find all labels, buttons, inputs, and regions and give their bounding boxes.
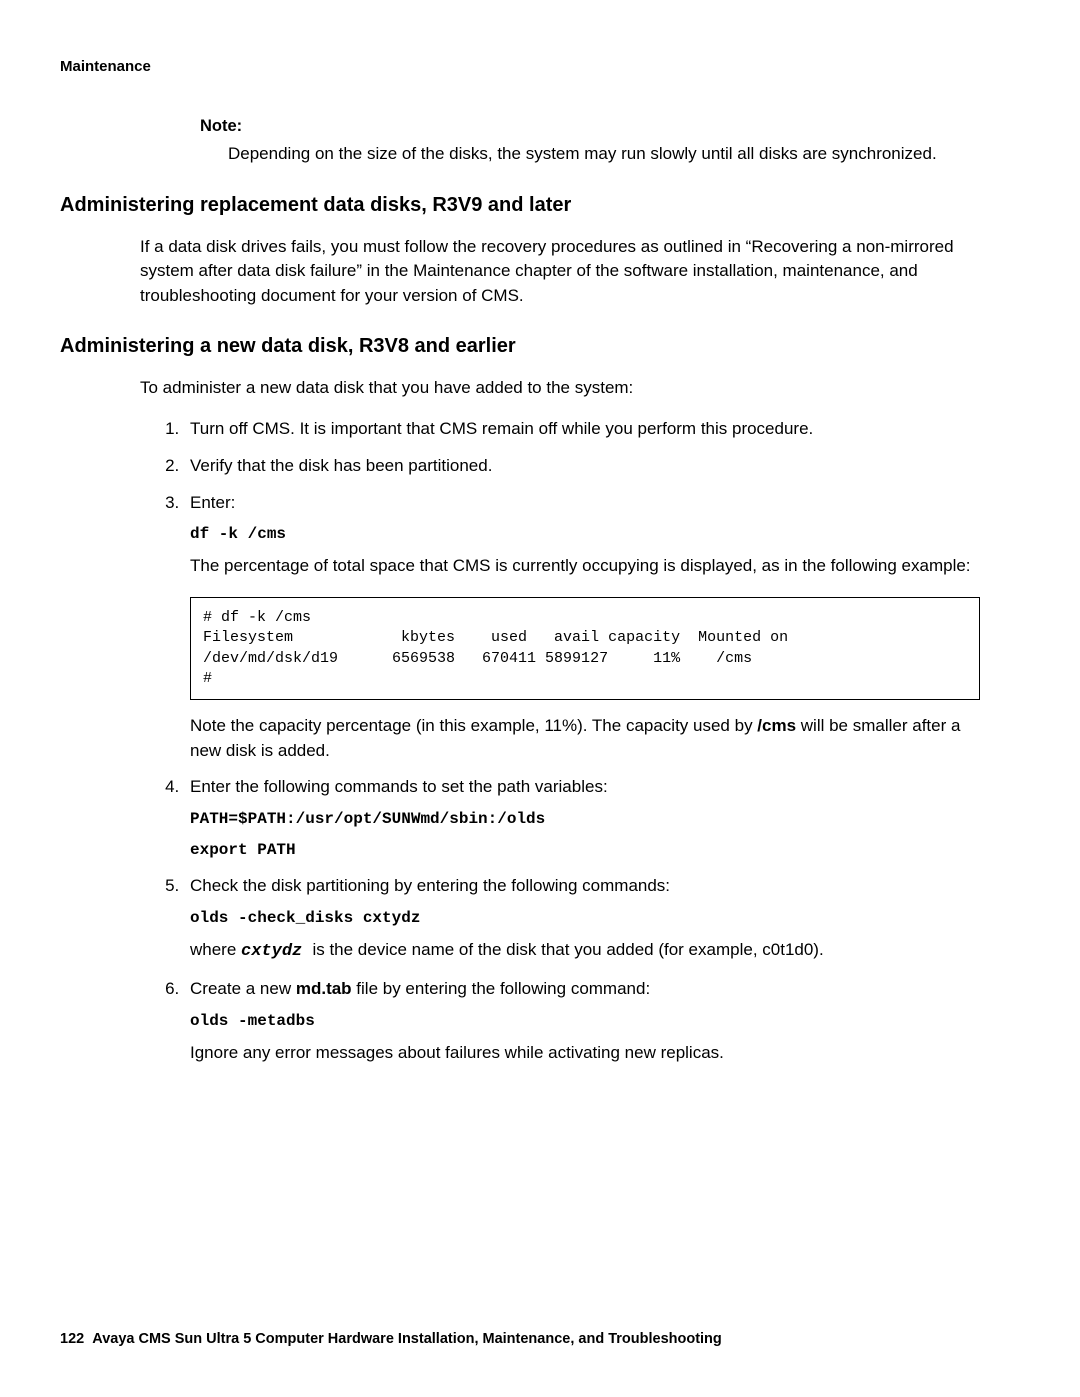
- step-6: Create a new md.tab file by entering the…: [184, 977, 980, 1065]
- step-5-where-dev: cxtydz: [241, 942, 312, 961]
- step-1: Turn off CMS. It is important that CMS r…: [184, 417, 980, 442]
- step-6-lead-b: file by entering the following command:: [352, 979, 651, 998]
- step-5-where-b: is the device name of the disk that you …: [312, 940, 823, 959]
- note-body: Depending on the size of the disks, the …: [228, 142, 980, 166]
- section2-intro: To administer a new data disk that you h…: [140, 376, 980, 401]
- page-number: 122: [60, 1331, 84, 1347]
- page: Maintenance Note: Depending on the size …: [0, 0, 1080, 1397]
- step-5: Check the disk partitioning by entering …: [184, 874, 980, 964]
- step-6-lead-file: md.tab: [296, 979, 352, 998]
- step-4-cmd1: PATH=$PATH:/usr/opt/SUNWmd/sbin:/olds: [190, 808, 980, 831]
- section1-body: If a data disk drives fails, you must fo…: [140, 235, 980, 309]
- step-5-where-a: where: [190, 940, 241, 959]
- step-5-where: where cxtydz is the device name of the d…: [190, 938, 980, 965]
- step-3-note: Note the capacity percentage (in this ex…: [190, 714, 980, 763]
- step-3: Enter: df -k /cms The percentage of tota…: [184, 491, 980, 764]
- note-label: Note:: [200, 117, 1020, 136]
- section1-title: Administering replacement data disks, R3…: [60, 194, 1020, 217]
- step-6-lead-a: Create a new: [190, 979, 296, 998]
- section2-title: Administering a new data disk, R3V8 and …: [60, 335, 1020, 358]
- step-3-cmd: df -k /cms: [190, 523, 980, 546]
- step-5-cmd: olds -check_disks cxtydz: [190, 907, 980, 930]
- step-3-codebox: # df -k /cms Filesystem kbytes used avai…: [190, 597, 980, 700]
- footer-title: Avaya CMS Sun Ultra 5 Computer Hardware …: [92, 1331, 722, 1347]
- step-3-note-cms: /cms: [757, 716, 796, 735]
- step-3-after: The percentage of total space that CMS i…: [190, 554, 980, 579]
- step-4: Enter the following commands to set the …: [184, 775, 980, 862]
- running-header: Maintenance: [60, 58, 1020, 75]
- footer: 122 Avaya CMS Sun Ultra 5 Computer Hardw…: [60, 1331, 722, 1347]
- step-3-lead: Enter:: [190, 493, 235, 512]
- step-5-lead: Check the disk partitioning by entering …: [190, 876, 670, 895]
- step-2-text: Verify that the disk has been partitione…: [190, 456, 492, 475]
- step-1-text: Turn off CMS. It is important that CMS r…: [190, 419, 813, 438]
- step-3-note-a: Note the capacity percentage (in this ex…: [190, 716, 757, 735]
- step-2: Verify that the disk has been partitione…: [184, 454, 980, 479]
- step-6-after: Ignore any error messages about failures…: [190, 1041, 980, 1066]
- step-6-cmd: olds -metadbs: [190, 1010, 980, 1033]
- step-4-lead: Enter the following commands to set the …: [190, 777, 608, 796]
- steps-list: Turn off CMS. It is important that CMS r…: [158, 417, 980, 1065]
- step-4-cmd2: export PATH: [190, 839, 980, 862]
